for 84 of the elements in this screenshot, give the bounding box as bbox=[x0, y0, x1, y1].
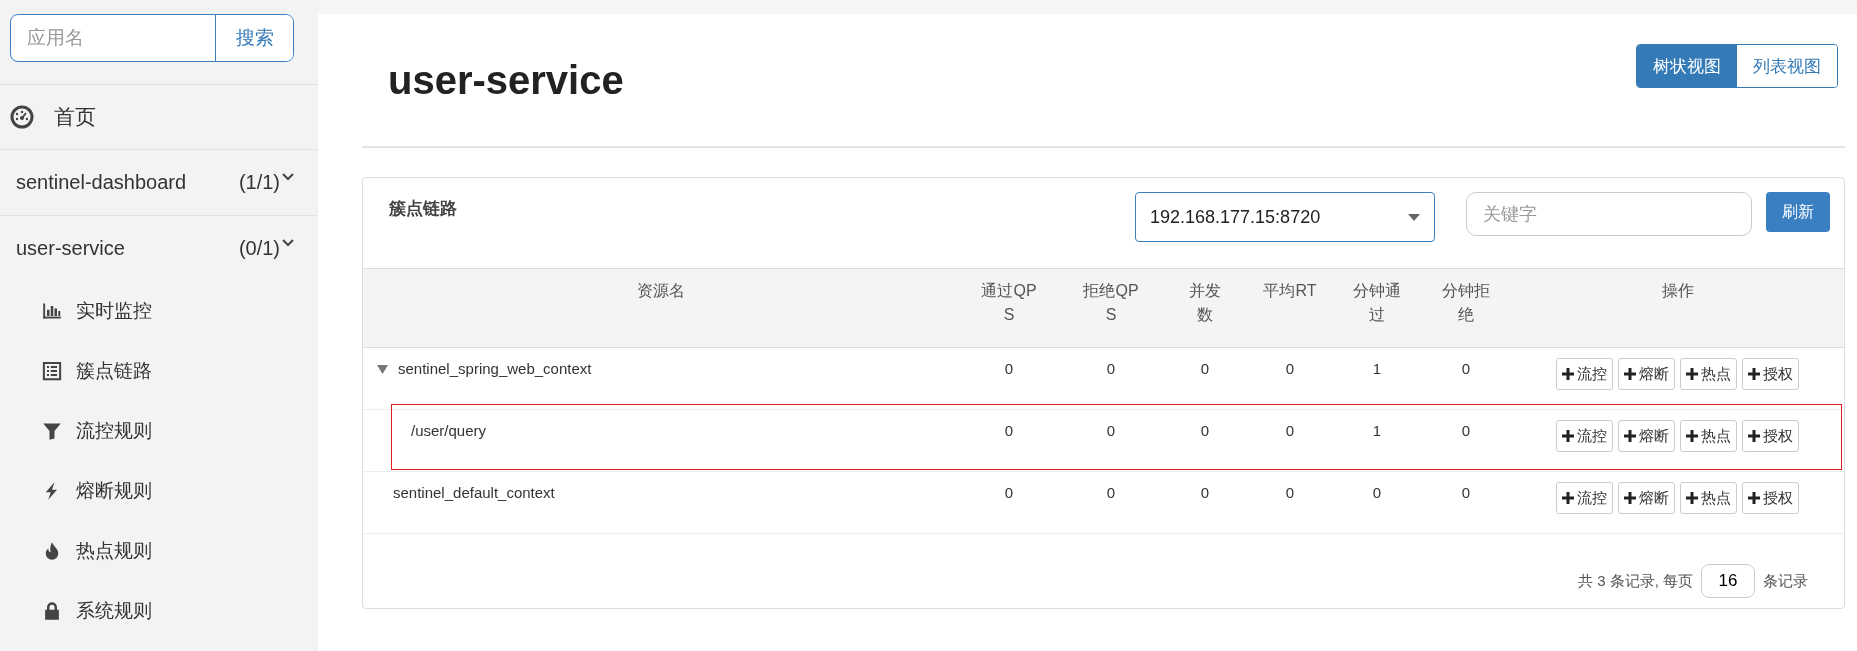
pagination-text: 共 3 条记录, 每页 bbox=[1578, 571, 1693, 591]
pagination-text: 条记录 bbox=[1763, 571, 1808, 591]
machine-count: (1/1) bbox=[238, 171, 280, 194]
plus-icon bbox=[1686, 492, 1698, 504]
metric-value: 0 bbox=[1004, 422, 1014, 441]
view-tab[interactable]: 树状视图 bbox=[1637, 45, 1737, 87]
page-size-field[interactable]: 16 bbox=[1701, 564, 1755, 598]
plus-icon bbox=[1686, 430, 1698, 442]
column-header: 平均RT bbox=[1262, 281, 1318, 301]
app-name[interactable]: user-service bbox=[16, 237, 239, 260]
metric-value: 1 bbox=[1372, 360, 1382, 379]
metric-value: 0 bbox=[1106, 360, 1116, 379]
sidebar-item[interactable]: 热点规则 bbox=[0, 521, 318, 581]
app-name[interactable]: sentinel-dashboard bbox=[16, 171, 239, 194]
plus-icon bbox=[1748, 492, 1760, 504]
metric-value: 0 bbox=[1461, 360, 1471, 379]
metric-value: 0 bbox=[1200, 484, 1210, 503]
metric-value: 0 bbox=[1200, 360, 1210, 379]
page-title: user-service bbox=[388, 57, 624, 103]
column-header: 拒绝QPS bbox=[1082, 281, 1140, 325]
plus-icon bbox=[1562, 368, 1574, 380]
expand-triangle-icon[interactable] bbox=[377, 365, 388, 374]
add-rule-button[interactable]: 热点 bbox=[1680, 482, 1737, 514]
add-rule-button[interactable]: 熔断 bbox=[1618, 482, 1675, 514]
bar-chart-icon bbox=[42, 301, 62, 321]
sidebar-item[interactable]: 实时监控 bbox=[0, 281, 318, 341]
plus-icon bbox=[1748, 368, 1760, 380]
sidebar-item[interactable]: 熔断规则 bbox=[0, 461, 318, 521]
metric-value: 0 bbox=[1461, 484, 1471, 503]
machine-select[interactable]: 192.168.177.15:8720 bbox=[1135, 192, 1435, 242]
dashboard-gauge-icon bbox=[10, 105, 34, 129]
chevron-down-icon[interactable] bbox=[282, 238, 294, 248]
chevron-down-icon[interactable] bbox=[282, 172, 294, 182]
column-header: 操作 bbox=[1661, 281, 1694, 301]
metric-value: 0 bbox=[1285, 484, 1295, 503]
sidebar-item[interactable]: 簇点链路 bbox=[0, 341, 318, 401]
column-header: 资源名 bbox=[637, 281, 685, 301]
add-rule-button[interactable]: 熔断 bbox=[1618, 358, 1675, 390]
caret-icon bbox=[1408, 213, 1420, 221]
column-header: 分钟通过 bbox=[1352, 281, 1402, 325]
home-link[interactable]: 首页 bbox=[54, 103, 96, 131]
column-header: 并发数 bbox=[1188, 281, 1222, 325]
add-rule-button[interactable]: 热点 bbox=[1680, 420, 1737, 452]
filter-icon bbox=[42, 421, 62, 441]
add-rule-button[interactable]: 流控 bbox=[1556, 420, 1613, 452]
list-icon bbox=[42, 361, 62, 381]
resource-name: sentinel_default_context bbox=[393, 484, 555, 503]
metric-value: 1 bbox=[1372, 422, 1382, 441]
sidebar-item[interactable]: 系统规则 bbox=[0, 581, 318, 641]
column-header: 分钟拒绝 bbox=[1441, 281, 1491, 325]
metric-value: 0 bbox=[1461, 422, 1471, 441]
plus-icon bbox=[1686, 368, 1698, 380]
metric-value: 0 bbox=[1004, 360, 1014, 379]
plus-icon bbox=[1624, 368, 1636, 380]
plus-icon bbox=[1748, 430, 1760, 442]
metric-value: 0 bbox=[1106, 484, 1116, 503]
metric-value: 0 bbox=[1372, 484, 1382, 503]
add-rule-button[interactable]: 热点 bbox=[1680, 358, 1737, 390]
add-rule-button[interactable]: 授权 bbox=[1742, 420, 1799, 452]
search-button[interactable]: 搜索 bbox=[215, 15, 293, 61]
metric-value: 0 bbox=[1106, 422, 1116, 441]
sidebar-item[interactable]: 流控规则 bbox=[0, 401, 318, 461]
app-search-field[interactable]: 应用名 搜索 bbox=[10, 14, 294, 62]
resource-name: sentinel_spring_web_context bbox=[398, 360, 592, 379]
plus-icon bbox=[1624, 492, 1636, 504]
plus-icon bbox=[1624, 430, 1636, 442]
resource-name: /user/query bbox=[411, 422, 487, 441]
add-rule-button[interactable]: 流控 bbox=[1556, 482, 1613, 514]
lock-icon bbox=[42, 601, 62, 621]
plus-icon bbox=[1562, 430, 1574, 442]
plus-icon bbox=[1562, 492, 1574, 504]
refresh-button[interactable]: 刷新 bbox=[1766, 192, 1830, 232]
keyword-field[interactable]: 关键字 bbox=[1466, 192, 1752, 236]
add-rule-button[interactable]: 流控 bbox=[1556, 358, 1613, 390]
metric-value: 0 bbox=[1004, 484, 1014, 503]
machine-count: (0/1) bbox=[238, 237, 280, 260]
add-rule-button[interactable]: 授权 bbox=[1742, 358, 1799, 390]
metric-value: 0 bbox=[1285, 360, 1295, 379]
add-rule-button[interactable]: 授权 bbox=[1742, 482, 1799, 514]
panel-title: 簇点链路 bbox=[389, 198, 458, 220]
metric-value: 0 bbox=[1200, 422, 1210, 441]
column-header: 通过QPS bbox=[980, 281, 1038, 325]
add-rule-button[interactable]: 熔断 bbox=[1618, 420, 1675, 452]
metric-value: 0 bbox=[1285, 422, 1295, 441]
